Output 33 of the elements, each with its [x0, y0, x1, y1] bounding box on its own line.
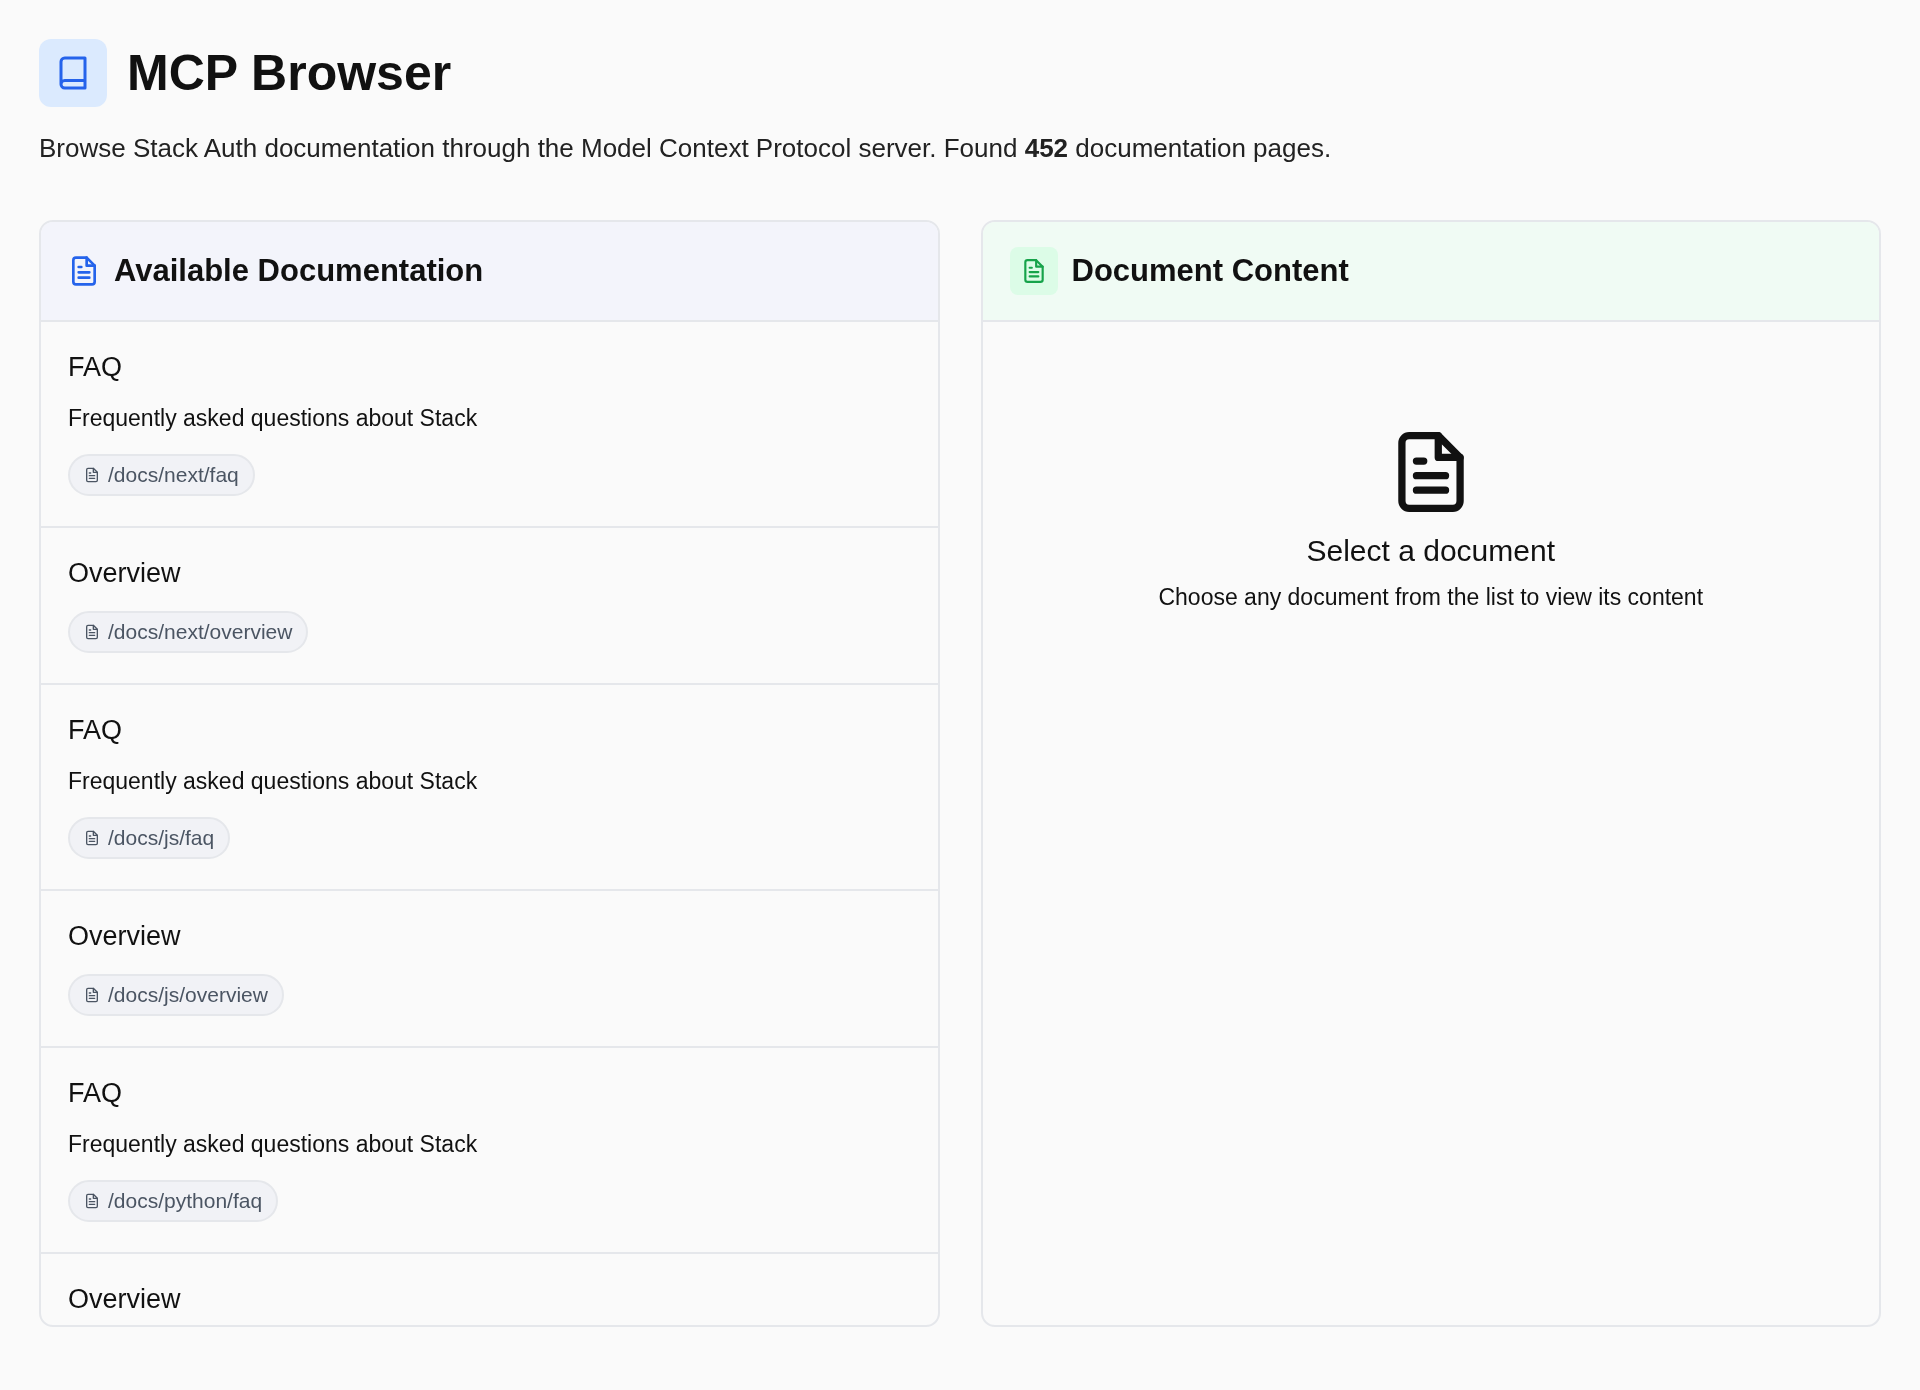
document-list-item[interactable]: Overview /docs/next/overview — [41, 528, 938, 685]
document-description: Frequently asked questions about Stack — [68, 768, 479, 795]
document-icon — [1009, 247, 1058, 295]
panel-title: Available Documentation — [114, 253, 484, 289]
document-list-item[interactable]: FAQ Frequently asked questions about Stack /docs/js/faq — [41, 685, 938, 891]
page-description: Browse Stack Auth documentation through the Model Context Protocol server. Found 452 documentation pages. — [39, 133, 1333, 164]
path-text: /docs/next/overview — [108, 620, 293, 644]
file-icon — [84, 1193, 100, 1209]
document-title: FAQ — [68, 352, 123, 383]
file-icon — [84, 624, 100, 640]
document-list-item[interactable]: FAQ Frequently asked questions about Stack /docs/python/faq — [41, 1048, 938, 1254]
document-title: Overview — [68, 558, 182, 589]
panel-title: Document Content — [1071, 253, 1349, 289]
document-list-item[interactable]: Overview /docs/js/overview — [41, 891, 938, 1048]
path-text: /docs/js/faq — [108, 826, 215, 850]
path-text: /docs/js/overview — [108, 983, 268, 1007]
path-text: /docs/python/faq — [108, 1189, 263, 1213]
document-title: FAQ — [68, 715, 123, 746]
document-title: FAQ — [68, 1078, 123, 1109]
empty-state-title: Select a document — [1306, 534, 1555, 568]
book-icon — [39, 39, 107, 107]
document-title: Overview — [68, 1284, 182, 1315]
document-description: Frequently asked questions about Stack — [68, 405, 479, 432]
path-text: /docs/next/faq — [108, 463, 239, 487]
empty-state-text: Choose any document from the list to view its content — [1158, 584, 1704, 611]
document-list-item[interactable]: FAQ Frequently asked questions about Stack /docs/next/faq — [41, 322, 938, 528]
file-icon — [84, 467, 100, 483]
document-description: Frequently asked questions about Stack — [68, 1131, 479, 1158]
document-list-item[interactable]: Overview — [41, 1254, 938, 1325]
document-title: Overview — [68, 921, 182, 952]
file-icon — [84, 830, 100, 846]
page-title: MCP Browser — [127, 44, 452, 102]
file-icon — [84, 987, 100, 1003]
